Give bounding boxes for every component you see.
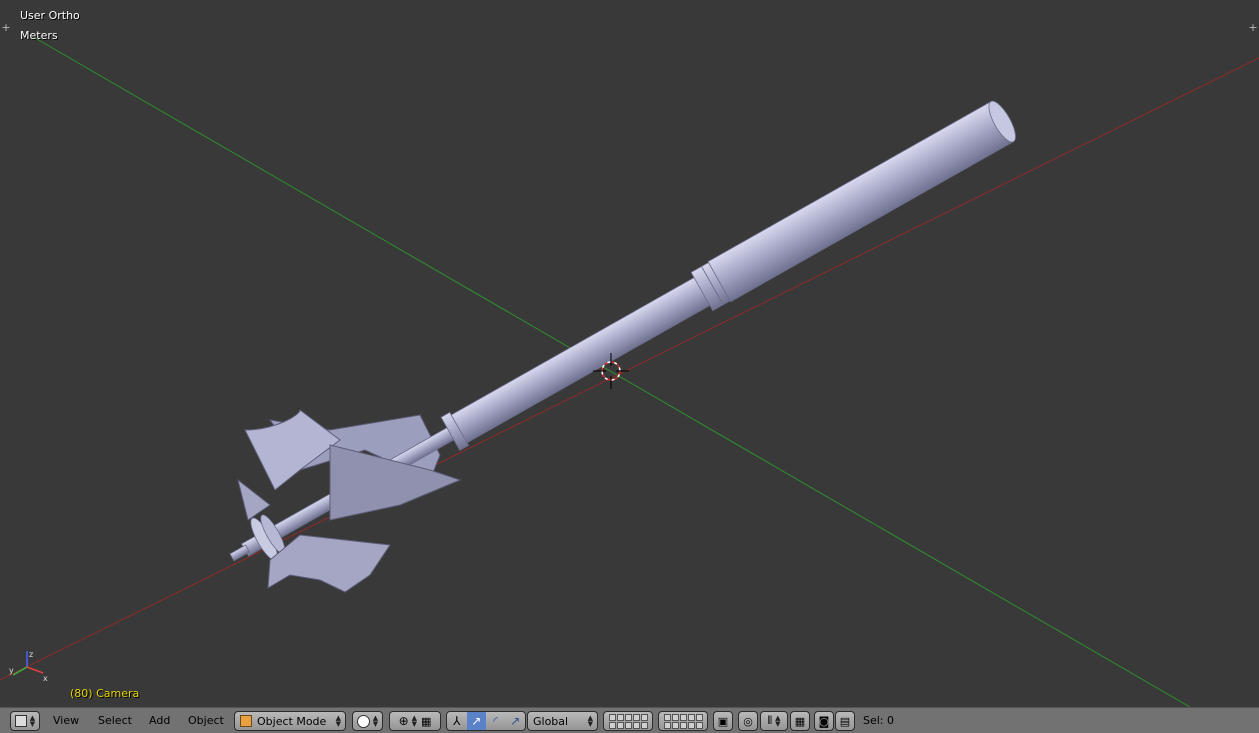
menu-object[interactable]: Object <box>188 714 224 727</box>
updown-icon: ▲ ▼ <box>411 714 418 728</box>
pivot-point-icon: ⊕ <box>398 714 409 728</box>
editor-type-button[interactable]: ▲ ▼ <box>10 711 40 731</box>
scale-arrow-icon[interactable]: ↗ <box>506 714 526 728</box>
orientation-dropdown[interactable]: Global ▲ ▼ <box>527 711 598 731</box>
snap-target-icon: ▦ <box>794 714 806 728</box>
manipulator-icon[interactable]: ⅄ <box>447 714 467 728</box>
cube-icon <box>14 715 27 727</box>
updown-icon: ▲ ▼ <box>587 714 593 728</box>
mode-dropdown[interactable]: Object Mode ▲ ▼ <box>234 711 346 731</box>
snap-target-button[interactable]: ▦ <box>790 711 810 731</box>
clapper-icon: ▤ <box>839 714 851 728</box>
rotate-arc-icon[interactable]: ◜ <box>486 714 506 728</box>
pivot-point-dropdown[interactable]: ⊕ ▲ ▼ ▦ <box>389 711 441 731</box>
viewport-header: ▲ ▼ View Select Add Object Object Mode ▲ ▼… <box>0 707 1259 733</box>
render-button[interactable]: ◙ <box>814 711 834 731</box>
snap-element-dropdown[interactable]: ⫴ ▲ ▼ <box>760 711 788 731</box>
3d-viewport[interactable]: z y x User Ortho Meters (80) Camera + + <box>0 0 1259 707</box>
snap-magnet-icon: ⫴ <box>767 714 773 727</box>
orientation-label: Global <box>533 714 569 728</box>
mode-label: Object Mode <box>257 714 327 728</box>
mace-flange-upper <box>244 409 341 491</box>
manipulator-group: ⅄ ↗ ◜ ↗ <box>446 711 526 731</box>
object-cube-icon <box>240 715 252 727</box>
viewport-shading-dropdown[interactable]: ▲ ▼ <box>352 711 383 731</box>
axis-gizmo-icon: z y x <box>9 650 48 683</box>
selection-count: Sel: 0 <box>863 714 895 727</box>
units-label: Meters <box>20 29 58 42</box>
menu-view[interactable]: View <box>53 714 79 727</box>
mace-object[interactable] <box>220 97 1021 593</box>
svg-text:y: y <box>9 666 14 675</box>
view-name-label: User Ortho <box>20 9 80 22</box>
main-shaft <box>443 275 713 448</box>
layer-lock-icon: ▣ <box>717 714 729 728</box>
layer-lock-button[interactable]: ▣ <box>713 711 733 731</box>
split-area-top-left-icon[interactable]: + <box>1 22 11 33</box>
menu-add[interactable]: Add <box>149 714 170 727</box>
scene-layers-1[interactable] <box>603 711 653 731</box>
scene-layers-2[interactable] <box>658 711 708 731</box>
pivot-align-icon: ▦ <box>421 714 432 728</box>
anim-render-button[interactable]: ▤ <box>835 711 855 731</box>
y-axis-line <box>29 34 1191 707</box>
menu-select[interactable]: Select <box>98 714 132 727</box>
mace-flange-lower <box>267 534 391 593</box>
split-area-top-right-icon[interactable]: + <box>1248 22 1258 33</box>
updown-icon: ▲ ▼ <box>775 714 781 728</box>
proportional-edit-button[interactable]: ◎ <box>738 711 758 731</box>
layer-grid <box>608 713 648 729</box>
scene-canvas[interactable]: z y x <box>0 0 1259 707</box>
updown-icon: ▲ ▼ <box>372 714 379 728</box>
updown-icon: ▲ ▼ <box>335 714 341 728</box>
svg-text:z: z <box>29 650 33 659</box>
x-axis-line <box>0 57 1259 681</box>
translate-arrow-icon[interactable]: ↗ <box>466 712 486 730</box>
proportional-edit-icon: ◎ <box>743 714 753 728</box>
camera-render-icon: ◙ <box>818 714 830 728</box>
mace-flange-left <box>237 478 271 521</box>
layer-grid <box>663 713 703 729</box>
solid-sphere-icon <box>356 714 370 728</box>
updown-icon: ▲ ▼ <box>29 714 36 728</box>
frame-info-label: (80) Camera <box>70 687 140 700</box>
svg-text:x: x <box>43 674 48 683</box>
